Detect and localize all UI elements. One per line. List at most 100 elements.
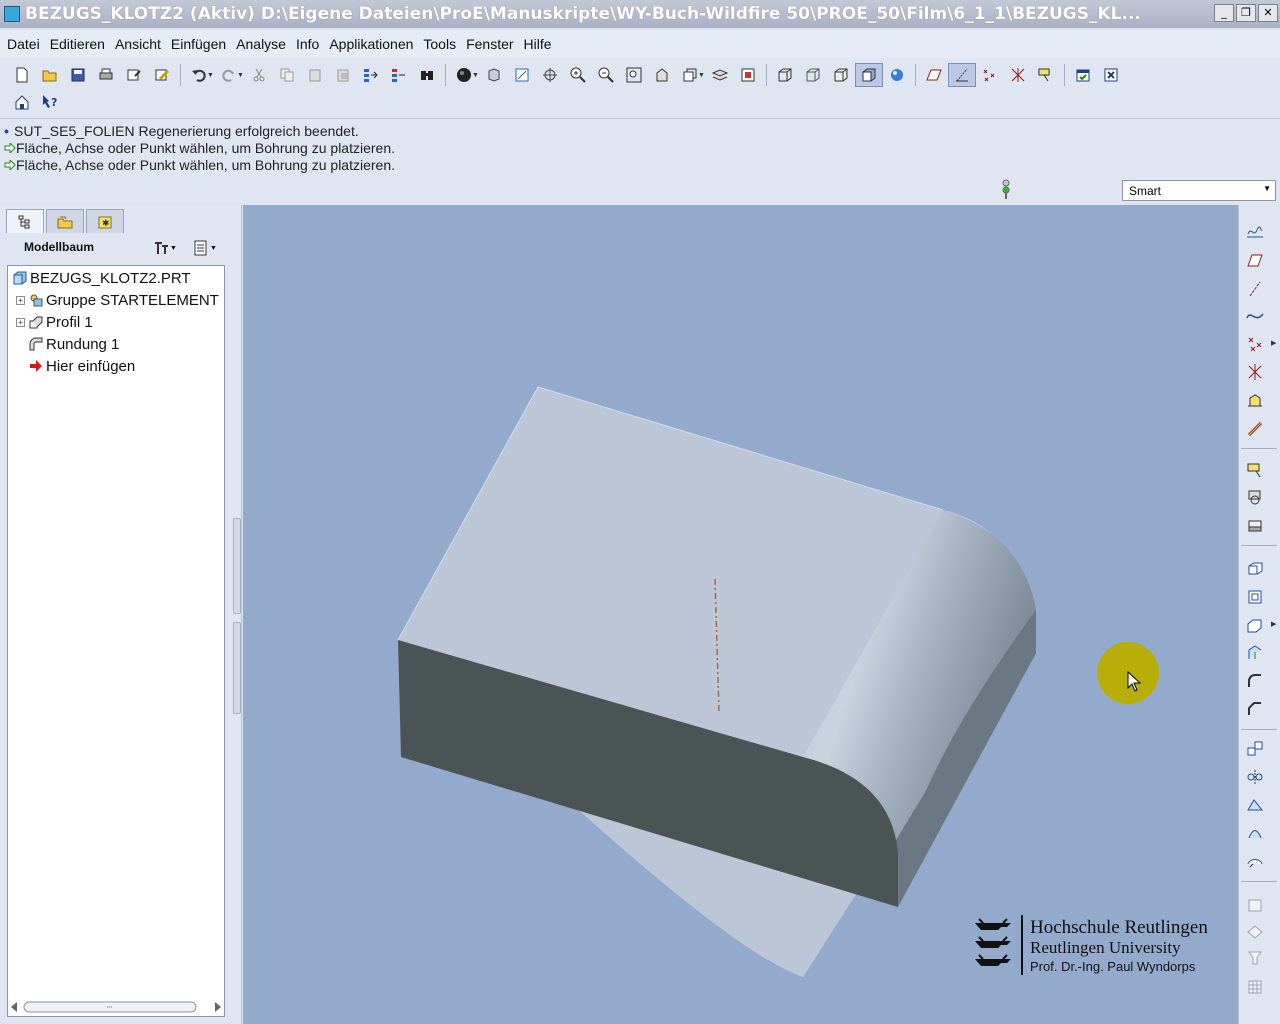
send-icon[interactable] (120, 63, 148, 87)
panel-splitter-handle[interactable] (233, 518, 241, 614)
expand-icon[interactable]: + (16, 295, 25, 305)
datum-chain-icon[interactable] (1241, 417, 1269, 441)
chamfer-tool-icon[interactable] (1241, 697, 1269, 721)
view-manager-icon[interactable] (480, 63, 508, 87)
datum-csys-icon[interactable] (1241, 360, 1269, 384)
paste-icon[interactable] (301, 63, 329, 87)
intersect-tool-icon[interactable] (1241, 919, 1269, 943)
menu-einfuegen[interactable]: Einfügen (166, 36, 231, 52)
variable-section-sweep-icon[interactable] (1241, 513, 1269, 537)
tree-item-extrude[interactable]: + Profil 1 (16, 311, 93, 333)
selection-filter-dropdown[interactable]: Smart ▼ (1122, 180, 1276, 201)
tree-horizontal-scrollbar[interactable] (10, 1000, 222, 1014)
regen-manager-icon[interactable] (385, 63, 413, 87)
tree-item-insert-here[interactable]: Hier einfügen (28, 355, 135, 377)
reorient-icon[interactable] (648, 63, 676, 87)
tab-model-tree[interactable] (6, 209, 44, 233)
saved-views-icon[interactable] (676, 63, 704, 87)
draft-tool-icon[interactable] (1241, 641, 1269, 665)
datum-axes-icon[interactable] (948, 63, 976, 87)
window-close-icon[interactable] (1097, 63, 1125, 87)
no-hidden-icon[interactable] (827, 63, 855, 87)
minimize-button[interactable]: _ (1214, 4, 1234, 22)
datum-planes-icon[interactable] (920, 63, 948, 87)
restore-button[interactable]: ❐ (1236, 4, 1256, 22)
tree-show-button[interactable]: ▼ (192, 237, 224, 259)
open-icon[interactable] (36, 63, 64, 87)
menu-applikationen[interactable]: Applikationen (324, 36, 418, 52)
menu-analyse[interactable]: Analyse (231, 36, 291, 52)
tab-favorites[interactable]: ✱ (86, 209, 124, 233)
offset-tool-icon[interactable] (1241, 849, 1269, 873)
datum-curve-icon[interactable] (1241, 303, 1269, 327)
tree-item-part[interactable]: BEZUGS_KLOTZ2.PRT (12, 267, 191, 289)
extrude-tool-icon[interactable] (1241, 457, 1269, 481)
print-icon[interactable] (92, 63, 120, 87)
datum-points-icon[interactable] (976, 63, 1004, 87)
cut-icon[interactable] (245, 63, 273, 87)
menu-ansicht[interactable]: Ansicht (110, 36, 166, 52)
refit-icon[interactable] (620, 63, 648, 87)
hidden-line-icon[interactable] (799, 63, 827, 87)
datum-point-dropdown-icon[interactable]: ▶ (1271, 339, 1276, 347)
model-3d-view[interactable] (243, 205, 1238, 1024)
panel-splitter-handle[interactable] (233, 622, 241, 714)
sketch-icon[interactable] (1241, 219, 1269, 243)
menu-fenster[interactable]: Fenster (461, 36, 518, 52)
rib-tool-icon[interactable] (1241, 613, 1269, 637)
shell-tool-icon[interactable] (1241, 585, 1269, 609)
mirror-tool-icon[interactable] (1241, 765, 1269, 789)
repaint-icon[interactable] (508, 63, 536, 87)
close-button[interactable]: ✕ (1258, 4, 1278, 22)
shading-icon[interactable] (450, 63, 478, 87)
menu-editieren[interactable]: Editieren (45, 36, 110, 52)
window-activate-icon[interactable] (1069, 63, 1097, 87)
revolve-tool-icon[interactable] (1241, 485, 1269, 509)
solidify-tool-icon[interactable] (1241, 945, 1269, 969)
expand-icon[interactable]: + (16, 317, 25, 327)
paste-special-icon[interactable] (329, 63, 357, 87)
shaded-icon[interactable] (855, 63, 883, 87)
graphics-viewport[interactable]: Hochschule Reutlingen Reutlingen Univers… (243, 205, 1238, 1024)
tree-settings-button[interactable]: ▼ (152, 237, 184, 259)
menu-tools[interactable]: Tools (418, 36, 461, 52)
menu-hilfe[interactable]: Hilfe (519, 36, 557, 52)
enhanced-realism-icon[interactable] (883, 63, 911, 87)
redo-icon[interactable] (215, 63, 243, 87)
style-tool-icon[interactable] (1241, 893, 1269, 917)
home-icon[interactable] (8, 90, 36, 114)
tree-item-group[interactable]: + Gruppe STARTELEMENT (16, 289, 219, 311)
regenerate-icon[interactable] (357, 63, 385, 87)
round-tool-icon[interactable] (1241, 669, 1269, 693)
tree-item-label: BEZUGS_KLOTZ2.PRT (30, 269, 191, 287)
datum-point-icon[interactable] (1241, 332, 1269, 356)
zoom-out-icon[interactable] (592, 63, 620, 87)
wireframe-icon[interactable] (771, 63, 799, 87)
datum-axis-icon[interactable] (1241, 277, 1269, 301)
thicken-tool-icon[interactable] (1241, 975, 1269, 999)
datum-analysis-icon[interactable] (1241, 389, 1269, 413)
find-icon[interactable] (413, 63, 441, 87)
datum-plane-icon[interactable] (1241, 248, 1269, 272)
layers-icon[interactable] (706, 63, 734, 87)
tree-item-round[interactable]: Rundung 1 (28, 333, 119, 355)
save-icon[interactable] (64, 63, 92, 87)
merge-tool-icon[interactable] (1241, 793, 1269, 817)
zoom-in-icon[interactable] (564, 63, 592, 87)
coord-systems-icon[interactable] (1004, 63, 1032, 87)
copy-icon[interactable] (273, 63, 301, 87)
new-icon[interactable] (8, 63, 36, 87)
annotations-icon[interactable] (1032, 63, 1060, 87)
rib-dropdown-icon[interactable]: ▶ (1271, 620, 1276, 628)
hole-tool-icon[interactable] (1241, 557, 1269, 581)
menu-info[interactable]: Info (291, 36, 324, 52)
edit-icon[interactable] (148, 63, 176, 87)
pattern-tool-icon[interactable] (1241, 737, 1269, 761)
context-help-icon[interactable]: ? (36, 90, 64, 114)
undo-icon[interactable] (185, 63, 213, 87)
menu-datei[interactable]: Datei (2, 36, 45, 52)
trim-tool-icon[interactable] (1241, 821, 1269, 845)
tab-folder-browser[interactable] (46, 209, 84, 233)
spin-center-icon[interactable] (536, 63, 564, 87)
appearance-icon[interactable] (734, 63, 762, 87)
